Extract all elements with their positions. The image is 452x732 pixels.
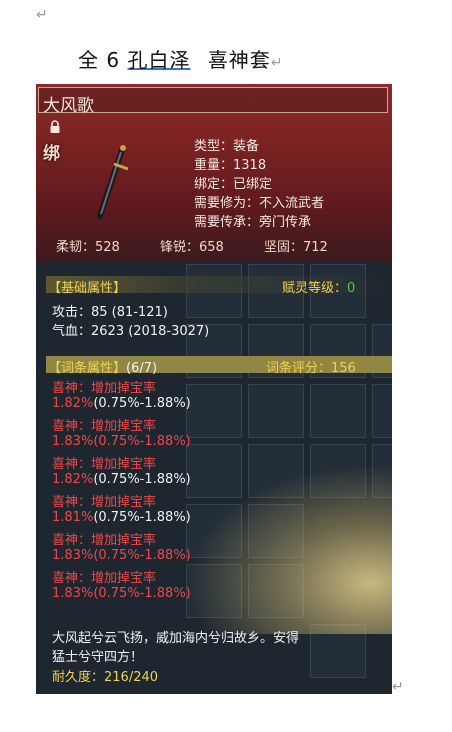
title-name: 孔白泽 (127, 48, 191, 72)
affix-range: (0.75%-1.88%) (93, 396, 191, 411)
affix-range: (0.75%-1.88%) (93, 510, 191, 525)
affix-value-row: 1.82%(0.75%-1.88%) (52, 472, 191, 487)
item-header: 大风歌 绑 类型：装备 重量：1318 绑定：已绑定 需要修为：不入流武者 需要… (36, 84, 392, 262)
affix-value: 1.82% (52, 396, 94, 411)
base-section-label: 【基础属性】 (48, 281, 127, 296)
spirit-level-value: 0 (347, 281, 356, 296)
sword-icon (97, 145, 129, 219)
paragraph-mark-end: ↵ (392, 679, 404, 695)
affix-name: 喜神：增加掉宝率 (52, 457, 157, 472)
affix-score: 词条评分：156 (266, 361, 356, 376)
item-title-bar: 大风歌 (38, 87, 388, 116)
spirit-level-label: 赋灵等级： (282, 281, 348, 296)
affix-value-row: 1.83%(0.75%-1.88%) (52, 548, 191, 563)
bind-badge: 绑 (43, 144, 60, 164)
title-prefix: 全 6 (78, 48, 128, 72)
inventory-slot (372, 384, 392, 438)
affix-value: 1.83% (52, 548, 94, 563)
title-suffix: 喜神套 (207, 48, 271, 72)
lock-icon (50, 120, 60, 133)
affix-name: 喜神：增加掉宝率 (52, 533, 157, 548)
affix-value-row: 1.83%(0.75%-1.88%) (52, 434, 191, 449)
affix-value-row: 1.81%(0.75%-1.88%) (52, 510, 191, 525)
spirit-level: 赋灵等级：0 (282, 277, 355, 296)
affix-section-header: 【词条属性】(6/7) (48, 357, 157, 376)
affix-section-label: 【词条属性】 (48, 361, 127, 376)
inventory-slot (248, 384, 304, 438)
affix-name: 喜神：增加掉宝率 (52, 419, 157, 434)
affix-name: 喜神：增加掉宝率 (52, 381, 157, 396)
flavor-text-line2: 猛士兮守四方！ (52, 650, 144, 665)
hp-stat: 气血：2623 (2018-3027) (52, 324, 210, 339)
inventory-slot (186, 384, 242, 438)
item-glow-effect (186, 464, 392, 634)
affix-range: (0.75%-1.88%) (93, 472, 191, 487)
affix-value: 1.81% (52, 510, 94, 525)
item-req-cultivation: 需要修为：不入流武者 (194, 196, 325, 211)
affix-range: (0.75%-1.88%) (93, 586, 191, 601)
affix-value-row: 1.83%(0.75%-1.88%) (52, 586, 191, 601)
stat-sharpness: 锋锐：658 (160, 240, 224, 255)
affix-value: 1.82% (52, 472, 94, 487)
document-title: 全 6 孔白泽 喜神套↵ (78, 44, 284, 73)
affix-value-row: 1.82%(0.75%-1.88%) (52, 396, 191, 411)
affix-count: (6/7) (126, 361, 158, 376)
item-binding: 绑定：已绑定 (194, 177, 273, 192)
flavor-text-line1: 大风起兮云飞扬，威加海内兮归故乡。安得 (52, 631, 300, 646)
stat-firmness: 坚固：712 (264, 240, 328, 255)
affix-name: 喜神：增加掉宝率 (52, 495, 157, 510)
affix-value: 1.83% (52, 586, 94, 601)
affix-range: (0.75%-1.88%) (93, 548, 191, 563)
durability: 耐久度：216/240 (52, 670, 159, 685)
item-req-lineage: 需要传承：旁门传承 (194, 215, 312, 230)
item-type: 类型：装备 (194, 139, 260, 154)
attack-stat: 攻击：85 (81-121) (52, 305, 168, 320)
affix-value: 1.83% (52, 434, 94, 449)
stat-toughness: 柔韧：528 (56, 240, 120, 255)
item-tooltip-card: 大风歌 绑 类型：装备 重量：1318 绑定：已绑定 需要修为：不入流武者 需要… (36, 84, 392, 694)
inventory-slot (310, 384, 366, 438)
affix-name: 喜神：增加掉宝率 (52, 571, 157, 586)
paragraph-mark: ↵ (36, 7, 48, 23)
paragraph-mark: ↵ (270, 55, 284, 71)
affix-range: (0.75%-1.88%) (93, 434, 191, 449)
item-name: 大风歌 (43, 96, 94, 116)
item-weight: 重量：1318 (194, 158, 267, 173)
